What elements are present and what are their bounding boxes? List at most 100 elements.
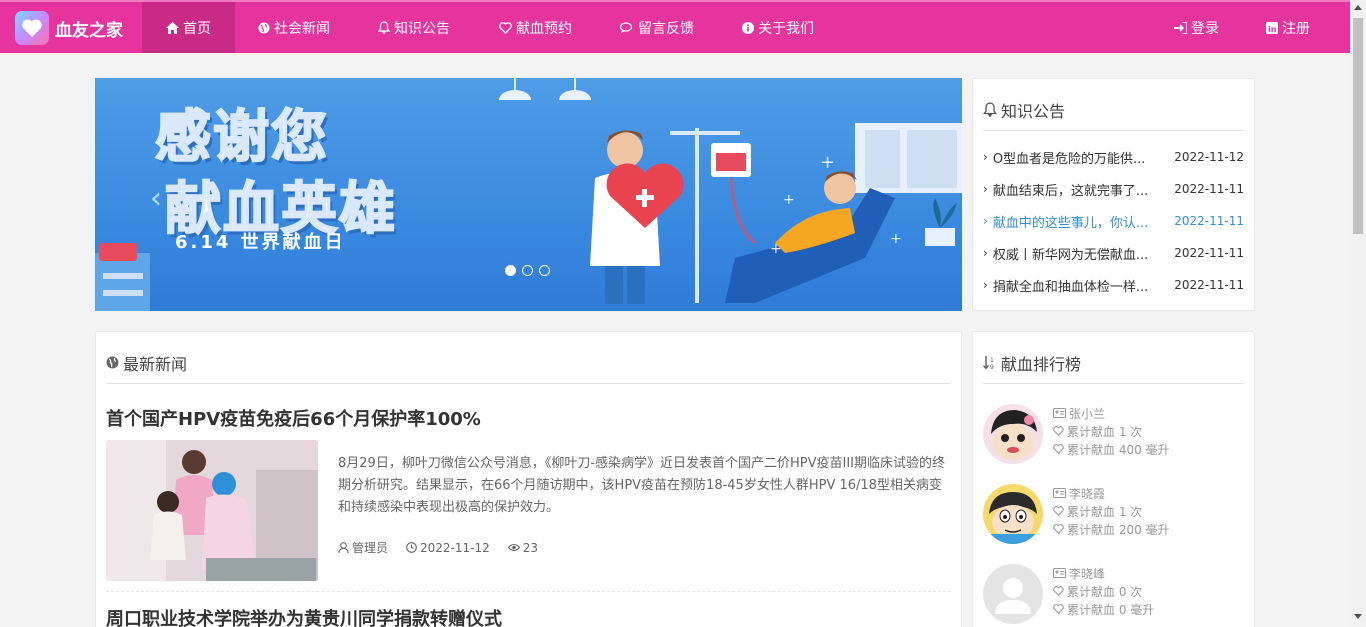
banner-title-line1: 感谢您 (154, 104, 329, 171)
nav-item-appointment[interactable]: 献血预约 (499, 2, 572, 53)
home-icon (166, 21, 179, 34)
news-date-value: 2022-11-12 (420, 540, 490, 555)
ranking-details: 李晓峰 累计献血 0 次 累计献血 0 毫升 (1053, 565, 1154, 619)
svg-text:+: + (890, 231, 902, 247)
news-date: 2022-11-12 (406, 541, 490, 555)
notice-panel-header: 知识公告 (983, 89, 1244, 131)
heart-logo-icon (15, 11, 49, 45)
ranking-details: 张小兰 累计献血 1 次 累计献血 400 毫升 (1053, 405, 1170, 459)
globe-icon (258, 22, 270, 34)
id-card-icon (1053, 405, 1066, 423)
chevron-right-icon: › (983, 246, 988, 260)
ranking-item[interactable]: 张小兰 累计献血 1 次 累计献血 400 毫升 (983, 404, 1243, 466)
scroll-down-arrow-icon[interactable] (1354, 614, 1362, 619)
scroll-thumb[interactable] (1353, 18, 1363, 234)
chevron-right-icon: › (983, 278, 988, 292)
news-item-title[interactable]: 首个国产HPV疫苗免疫后66个月保护率100% (106, 405, 481, 431)
heart-icon (1053, 583, 1064, 601)
news-views-count: 23 (522, 540, 539, 555)
heart-icon (1053, 521, 1064, 539)
nav-item-feedback[interactable]: 留言反馈 (620, 2, 694, 53)
news-thumbnail[interactable] (106, 440, 318, 581)
news-divider (106, 591, 951, 592)
ranking-panel-header: 19 献血排行榜 (983, 342, 1244, 384)
news-panel-header: 最新新闻 (106, 342, 951, 384)
heart-icon (1053, 503, 1064, 521)
id-card-icon (1053, 565, 1066, 583)
news-meta: 管理员 2022-11-12 23 (338, 539, 538, 556)
banner-carousel[interactable]: + + + + ‹ 感谢您 献血英雄 6.14 世界献血日 (95, 78, 962, 311)
carousel-dot-1[interactable] (505, 265, 516, 276)
donation-volume: 累计献血 0 毫升 (1067, 603, 1155, 617)
svg-text:+: + (770, 241, 782, 257)
ranking-panel: 19 献血排行榜 张小兰 累计献血 1 次 累计献血 400 毫升 李晓霞 累计… (972, 331, 1255, 627)
carousel-dot-3[interactable] (539, 265, 550, 276)
notice-list: › O型血者是危险的万能供... 2022-11-12 › 献血结束后，这就完事了..… (983, 141, 1244, 301)
nav-item-home[interactable]: 首页 (142, 2, 235, 53)
chevron-right-icon: › (983, 150, 988, 164)
notice-date: 2022-11-12 (1174, 150, 1244, 164)
nav-item-label: 关于我们 (758, 20, 814, 37)
nav-item-knowledge[interactable]: 知识公告 (378, 2, 450, 53)
news-panel: 最新新闻 首个国产HPV疫苗免疫后66个月保护率100% 8月29日，柳叶刀微信… (95, 331, 962, 627)
notice-item[interactable]: › 捐献全血和抽血体检一样... 2022-11-11 (983, 269, 1244, 301)
notice-date: 2022-11-11 (1174, 182, 1244, 196)
login-link[interactable]: 登录 (1174, 2, 1219, 53)
ranking-item[interactable]: 李晓霞 累计献血 1 次 累计献血 200 毫升 (983, 484, 1243, 546)
register-link[interactable]: in 注册 (1266, 2, 1310, 53)
nav-item-label: 献血预约 (516, 20, 572, 37)
svg-text:+: + (783, 192, 795, 208)
vaccination-photo-image (106, 440, 318, 581)
nav-item-label: 首页 (183, 20, 211, 37)
brand-name: 血友之家 (55, 20, 123, 41)
notice-item[interactable]: › 献血中的这些事儿，你认... 2022-11-11 (983, 205, 1244, 237)
carousel-prev-icon[interactable]: ‹ (150, 181, 162, 216)
notice-date: 2022-11-11 (1174, 214, 1244, 228)
notice-item[interactable]: › 献血结束后，这就完事了... 2022-11-11 (983, 173, 1244, 205)
chevron-right-icon: › (983, 182, 988, 196)
svg-text:9: 9 (990, 364, 994, 370)
brand-logo[interactable]: 血友之家 (15, 11, 123, 45)
news-views: 23 (507, 540, 539, 555)
donation-volume: 累计献血 200 毫升 (1067, 523, 1170, 537)
notice-title: 献血中的这些事儿，你认... (992, 215, 1149, 231)
id-card-icon (1053, 485, 1066, 503)
carousel-indicators (505, 265, 550, 276)
svg-text:+: + (820, 152, 835, 173)
donor-name: 李晓峰 (1069, 567, 1106, 581)
info-icon (742, 21, 754, 34)
notice-title: O型血者是危险的万能供... (992, 151, 1146, 167)
login-label: 登录 (1191, 20, 1219, 37)
notice-date: 2022-11-11 (1174, 246, 1244, 260)
ranking-item[interactable]: 李晓峰 累计献血 0 次 累计献血 0 毫升 (983, 564, 1243, 626)
user-icon (338, 542, 349, 553)
avatar (983, 484, 1043, 544)
sort-numeric-icon: 19 (983, 355, 997, 370)
carousel-dot-2[interactable] (522, 265, 533, 276)
page-scrollbar[interactable] (1350, 0, 1366, 627)
nav-item-about[interactable]: 关于我们 (742, 2, 814, 53)
register-label: 注册 (1282, 20, 1310, 37)
clock-icon (406, 542, 417, 553)
heart-icon (1053, 601, 1064, 619)
donation-count: 累计献血 1 次 (1067, 505, 1143, 519)
notice-item[interactable]: › 权威丨新华网为无偿献血... 2022-11-11 (983, 237, 1244, 269)
heart-icon (499, 21, 512, 34)
scroll-up-arrow-icon[interactable] (1354, 5, 1362, 10)
chevron-right-icon: › (983, 214, 988, 228)
notice-date: 2022-11-11 (1174, 278, 1244, 292)
ranking-panel-title: 献血排行榜 (1001, 354, 1082, 374)
default-avatar-icon (983, 564, 1043, 624)
notice-panel-title: 知识公告 (1001, 101, 1066, 121)
donation-count: 累计献血 1 次 (1067, 425, 1143, 439)
notice-item[interactable]: › O型血者是危险的万能供... 2022-11-12 (983, 141, 1244, 173)
nav-item-label: 留言反馈 (638, 20, 694, 37)
notice-title: 权威丨新华网为无偿献血... (992, 247, 1149, 263)
avatar (983, 404, 1043, 464)
sign-in-icon (1174, 21, 1187, 34)
news-item-title[interactable]: 周口职业技术学院举办为黄贵川同学捐款转赠仪式 (106, 605, 502, 627)
nav-item-social-news[interactable]: 社会新闻 (258, 2, 330, 53)
notice-title: 献血结束后，这就完事了... (992, 183, 1149, 199)
register-icon: in (1266, 21, 1278, 34)
news-author: 管理员 (338, 539, 388, 556)
